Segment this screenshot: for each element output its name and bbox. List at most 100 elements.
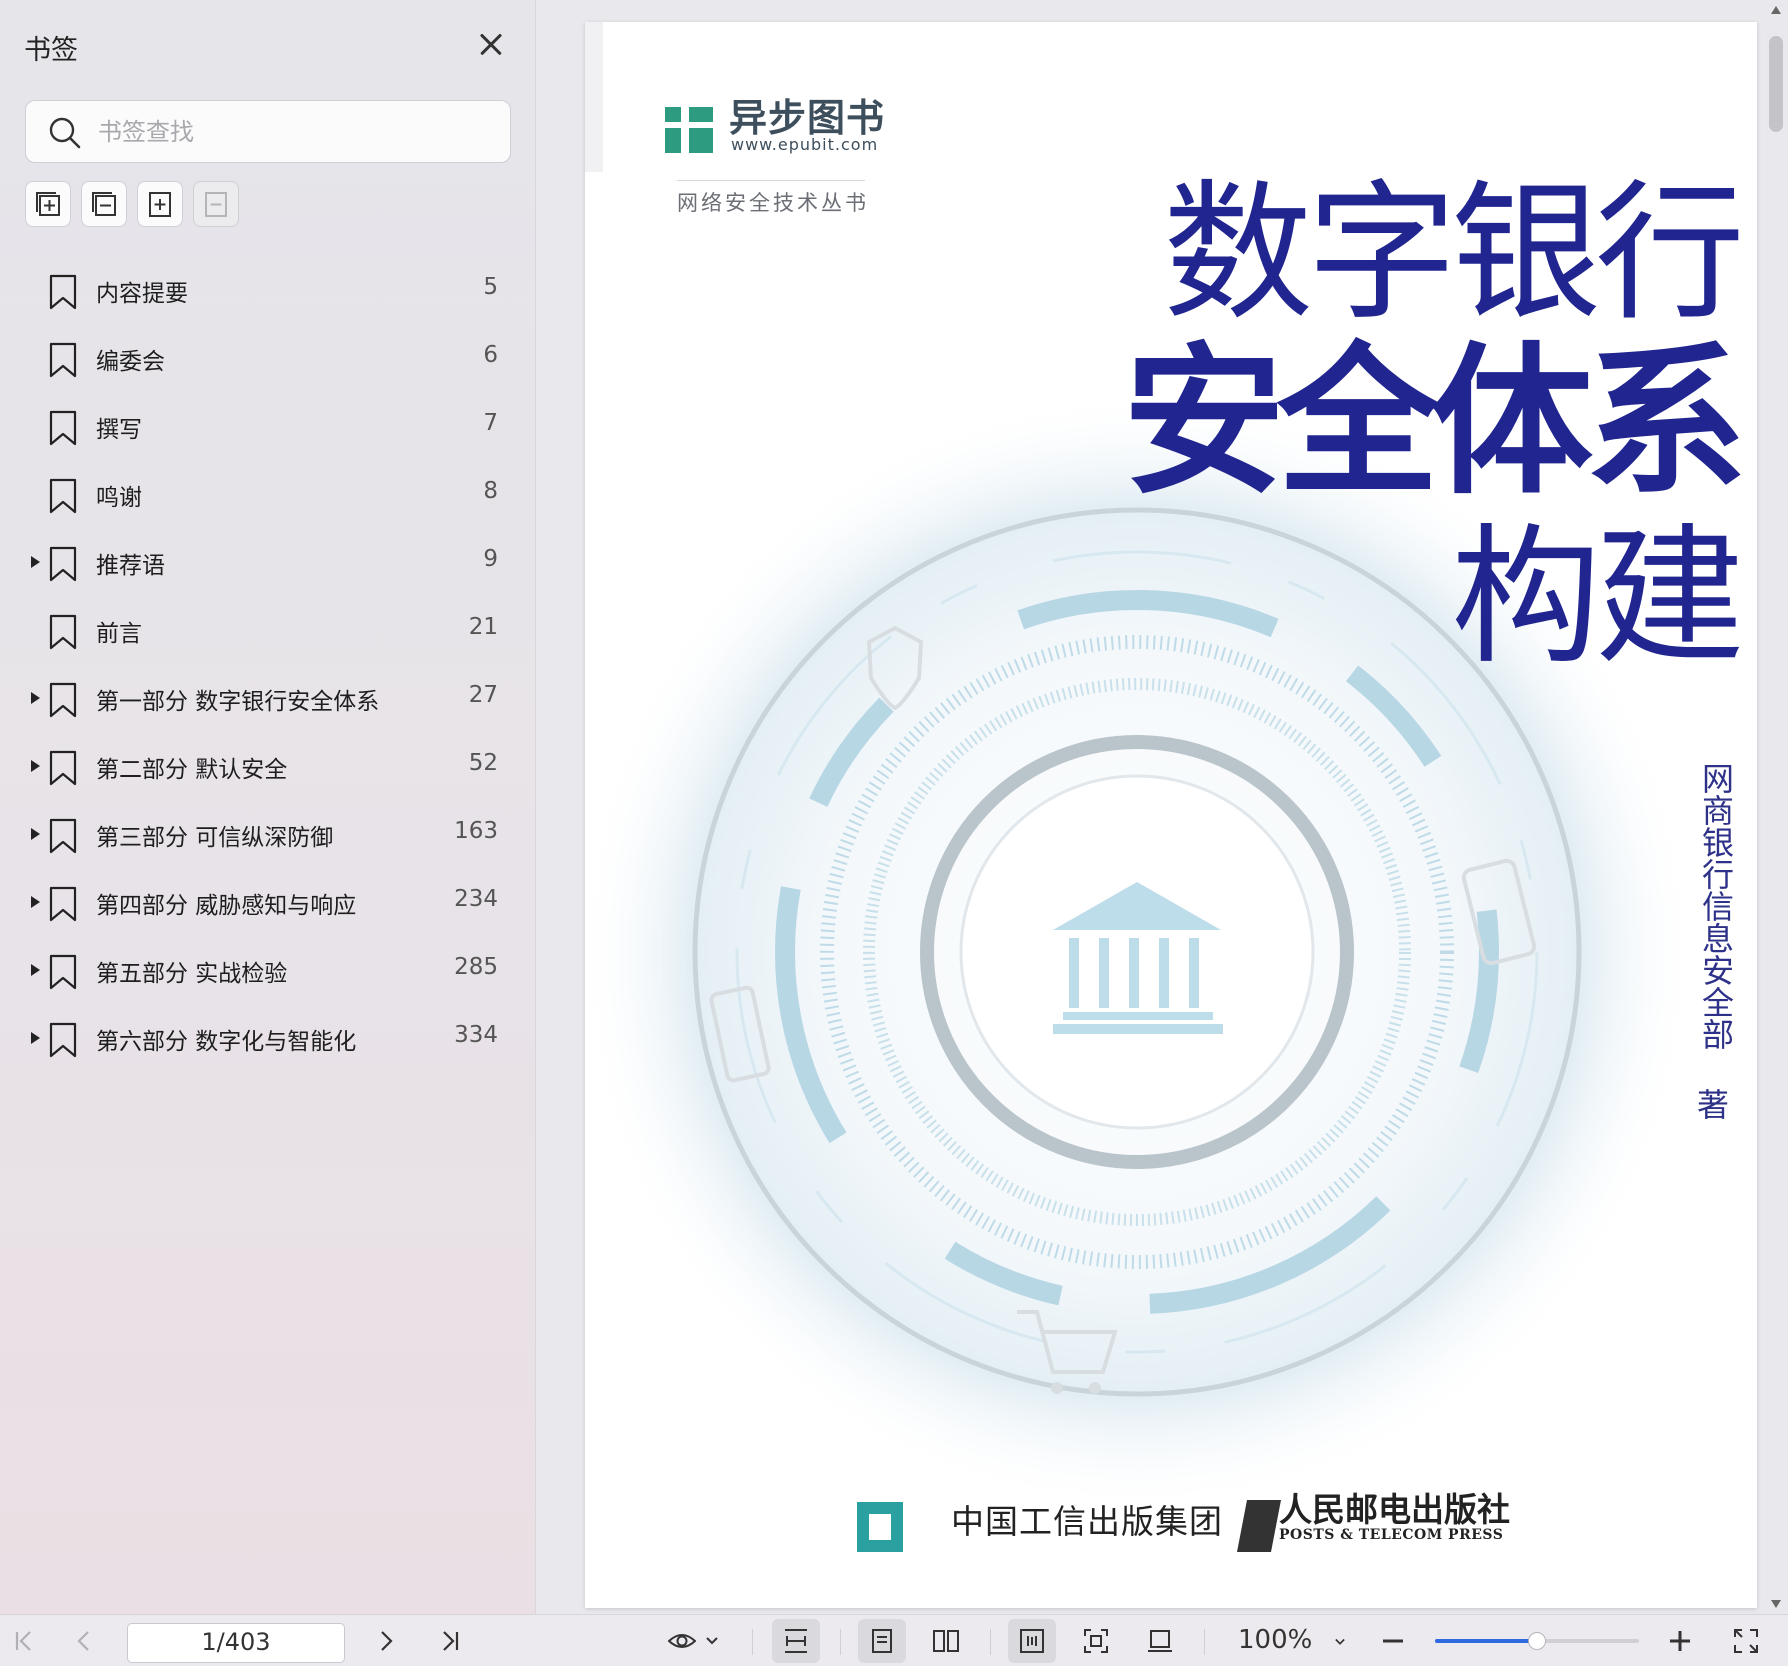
next-page-button[interactable] — [368, 1623, 404, 1659]
bookmark-item[interactable]: 鸣谢 8 — [0, 460, 536, 528]
single-page-icon — [872, 1629, 892, 1653]
bookmark-page-number: 163 — [454, 818, 498, 844]
brand-name: 异步图书 — [729, 96, 886, 140]
delete-bookmark-icon — [205, 192, 227, 217]
bookmark-page-number: 285 — [454, 954, 498, 980]
bookmark-item[interactable]: 撰写 7 — [0, 392, 536, 460]
brand-url: www.epubit.com — [731, 135, 879, 154]
book-title-line-3: 构建 — [1450, 511, 1745, 685]
bookmark-label: 推荐语 — [96, 553, 165, 579]
close-icon[interactable] — [471, 24, 511, 64]
bottom-toolbar: 1/403 100% — [0, 1614, 1788, 1666]
publisher-press-english: POSTS & TELECOM PRESS — [1279, 1527, 1504, 1543]
chevron-down-icon — [706, 1637, 718, 1645]
bookmark-icon — [49, 818, 77, 854]
bookmark-item[interactable]: 前言 21 — [0, 596, 536, 664]
series-name: 网络安全技术丛书 — [677, 191, 869, 215]
expand-arrow-icon[interactable] — [31, 828, 40, 840]
fit-page-button[interactable] — [1008, 1619, 1056, 1663]
expand-arrow-icon[interactable] — [31, 896, 40, 908]
bookmark-page-number: 8 — [483, 478, 498, 504]
bookmark-item[interactable]: 第五部分 实战检验 285 — [0, 936, 536, 1004]
bookmark-item[interactable]: 第六部分 数字化与智能化 334 — [0, 1004, 536, 1072]
minus-icon — [1383, 1639, 1403, 1643]
view-mode-button[interactable] — [664, 1623, 724, 1659]
continuous-scroll-button[interactable] — [772, 1619, 820, 1663]
add-bookmark-button[interactable] — [137, 181, 183, 227]
bookmark-label: 第三部分 可信纵深防御 — [96, 825, 334, 851]
first-page-button[interactable] — [6, 1623, 42, 1659]
bookmark-item[interactable]: 内容提要 5 — [0, 256, 536, 324]
zoom-level[interactable]: 100% — [1238, 1625, 1312, 1655]
bookmark-page-number: 7 — [483, 410, 498, 436]
chevron-down-icon[interactable] — [1335, 1637, 1345, 1647]
fullscreen-button[interactable] — [1728, 1623, 1764, 1659]
bookmark-page-number: 52 — [468, 750, 498, 776]
bookmark-icon — [49, 1022, 77, 1058]
bookmark-icon — [49, 886, 77, 922]
bookmark-item[interactable]: 编委会 6 — [0, 324, 536, 392]
two-page-button[interactable] — [928, 1623, 964, 1659]
continuous-scroll-icon — [785, 1629, 807, 1653]
bookmark-page-number: 6 — [483, 342, 498, 368]
expand-arrow-icon[interactable] — [31, 760, 40, 772]
divider — [1204, 1629, 1205, 1655]
document-viewer[interactable]: 异步图书 www.epubit.com 网络安全技术丛书 数字银行 安全体系 构… — [537, 0, 1788, 1614]
expand-arrow-icon[interactable] — [31, 1032, 40, 1044]
first-page-icon — [15, 1631, 31, 1651]
expand-all-button[interactable] — [25, 181, 71, 227]
bookmark-item[interactable]: 第一部分 数字银行安全体系 27 — [0, 664, 536, 732]
bookmark-icon — [49, 410, 77, 446]
zoom-slider-handle[interactable] — [1528, 1632, 1546, 1650]
bookmark-label: 鸣谢 — [96, 485, 142, 511]
expand-arrow-icon[interactable] — [31, 964, 40, 976]
fit-width-button[interactable] — [1078, 1623, 1114, 1659]
bookmark-page-number: 27 — [468, 682, 498, 708]
vertical-scrollbar[interactable] — [1764, 0, 1788, 1614]
delete-bookmark-button[interactable] — [193, 181, 239, 227]
add-bookmark-icon — [149, 192, 171, 217]
bookmark-icon — [49, 750, 77, 786]
collapse-all-icon — [92, 192, 116, 216]
bookmark-icon — [49, 342, 77, 378]
bookmark-sidebar: 书签 书签查找 内容提要 5 编委会 6 撰写 7 鸣谢 8 推荐语 9 前言 … — [0, 0, 536, 1614]
bookmark-item[interactable]: 第三部分 可信纵深防御 163 — [0, 800, 536, 868]
bookmark-icon — [49, 614, 77, 650]
expand-arrow-icon[interactable] — [31, 556, 40, 568]
pdf-page: 异步图书 www.epubit.com 网络安全技术丛书 数字银行 安全体系 构… — [585, 22, 1757, 1608]
actual-size-icon — [1148, 1630, 1172, 1652]
divider — [752, 1629, 753, 1655]
previous-page-button[interactable] — [66, 1623, 102, 1659]
bookmark-page-number: 9 — [483, 546, 498, 572]
bookmark-label: 第五部分 实战检验 — [96, 961, 288, 987]
zoom-slider-fill — [1435, 1639, 1537, 1643]
zoom-out-button[interactable] — [1375, 1623, 1411, 1659]
scroll-down-arrow-icon[interactable] — [1771, 1600, 1781, 1608]
bookmark-item[interactable]: 推荐语 9 — [0, 528, 536, 596]
bookmark-label: 前言 — [96, 621, 142, 647]
zoom-in-button[interactable] — [1662, 1623, 1698, 1659]
divider — [677, 180, 865, 181]
bookmark-search-box — [25, 100, 511, 163]
sidebar-header: 书签 — [24, 24, 511, 66]
bookmark-label: 第二部分 默认安全 — [96, 757, 288, 783]
scroll-up-arrow-icon[interactable] — [1771, 6, 1781, 14]
bookmark-icon — [49, 478, 77, 514]
bookmark-page-number: 21 — [468, 614, 498, 640]
bookmark-item[interactable]: 第二部分 默认安全 52 — [0, 732, 536, 800]
last-page-button[interactable] — [432, 1623, 468, 1659]
actual-size-button[interactable] — [1142, 1623, 1178, 1659]
author-suffix: 著 — [1696, 1086, 1729, 1124]
bookmark-label: 第四部分 威胁感知与响应 — [96, 893, 357, 919]
single-page-button[interactable] — [858, 1619, 906, 1663]
scroll-thumb[interactable] — [1769, 36, 1783, 132]
zoom-slider[interactable] — [1435, 1632, 1639, 1650]
bookmark-item[interactable]: 第四部分 威胁感知与响应 234 — [0, 868, 536, 936]
search-icon — [49, 117, 81, 149]
last-page-icon — [443, 1631, 459, 1651]
expand-arrow-icon[interactable] — [31, 692, 40, 704]
bookmark-search-input[interactable] — [98, 113, 488, 151]
page-number-input[interactable]: 1/403 — [127, 1623, 345, 1663]
collapse-all-button[interactable] — [81, 181, 127, 227]
publisher-press-name: 人民邮电出版社 — [1279, 1490, 1510, 1529]
